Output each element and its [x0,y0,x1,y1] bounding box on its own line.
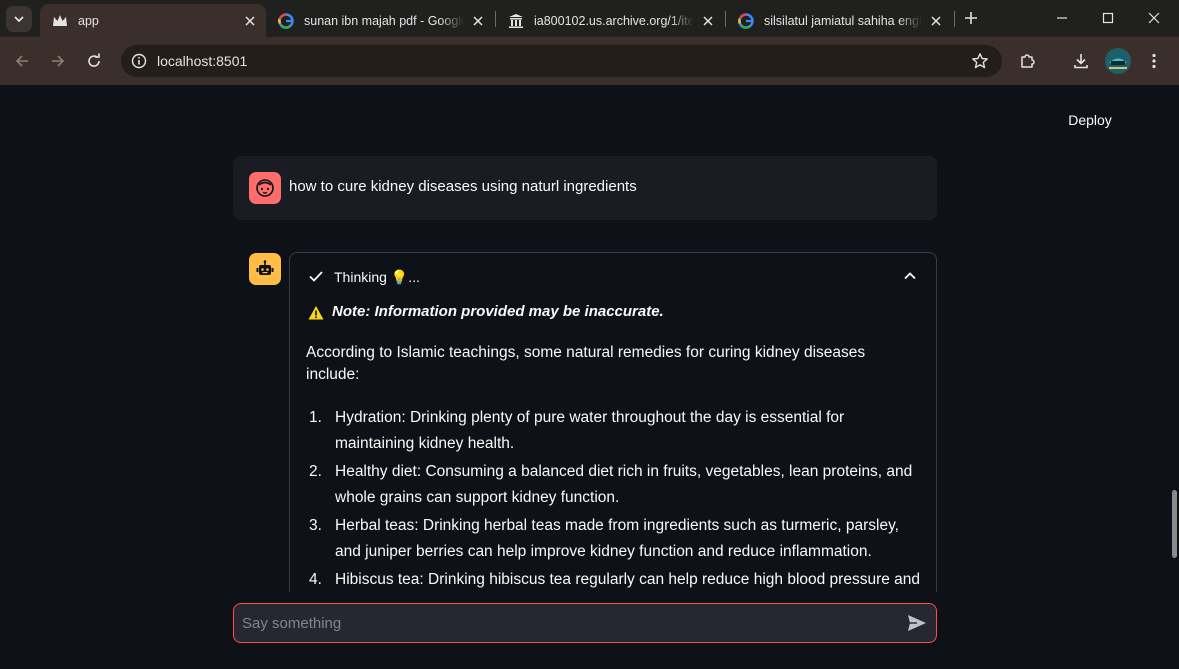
tab-google-search-1[interactable]: sunan ibn majah pdf - Google Search [266,4,494,37]
user-message: how to cure kidney diseases using naturl… [233,156,937,220]
tab-title: ia800102.us.archive.org/1/items/... [534,13,694,28]
page-scrollbar[interactable] [1170,85,1179,669]
list-item-number: 3. [309,517,322,534]
list-item-text: Herbal teas: Drinking herbal teas made f… [335,517,899,560]
close-tab-icon[interactable] [242,13,258,29]
site-info-icon[interactable] [129,51,149,71]
list-item: 1. Hydration: Drinking plenty of pure wat… [306,405,922,457]
url-text[interactable]: localhost:8501 [157,53,247,69]
reload-button[interactable] [80,47,108,75]
streamlit-app: Deploy how to cure kidney diseases using… [0,85,1179,669]
warning-note: Note: Information provided may be inaccu… [306,301,922,325]
list-item-text: Hydration: Drinking plenty of pure water… [335,409,845,452]
avatar-icon [1105,48,1131,74]
browser-toolbar: localhost:8501 [0,37,1179,85]
expander-body: Note: Information provided may be inaccu… [306,301,922,592]
maximize-icon [1102,12,1114,24]
assistant-avatar [249,253,281,285]
close-tab-icon[interactable] [928,13,944,29]
chat-input[interactable] [242,604,882,642]
extensions-button[interactable] [1014,47,1042,75]
address-bar[interactable]: localhost:8501 [121,45,1002,77]
forward-button[interactable] [44,47,72,75]
browser-menu-button[interactable] [1140,47,1168,75]
arrow-left-icon [15,55,28,67]
plus-icon [965,12,977,24]
tab-app[interactable]: app [40,4,266,37]
tab-separator [954,11,955,27]
scrollbar-thumb[interactable] [1172,490,1177,558]
streamlit-crown-icon [52,13,68,29]
expander-header[interactable]: Thinking 💡... [290,253,936,299]
warning-note-text: Note: Information provided may be inaccu… [332,303,664,320]
new-tab-button[interactable] [960,7,982,29]
tab-google-search-2[interactable]: silsilatul jamiatul sahiha english [726,4,952,37]
user-message-text: how to cure kidney diseases using naturl… [289,178,637,195]
list-item-number: 2. [309,463,322,480]
downloads-button[interactable] [1067,47,1095,75]
google-icon [278,12,294,29]
send-button[interactable] [906,613,928,633]
download-icon [1074,54,1088,69]
tab-title: app [78,13,99,28]
expander-label: Thinking 💡... [334,269,420,285]
tab-title: silsilatul jamiatul sahiha english [764,13,922,28]
robot-icon [256,260,274,275]
close-tab-icon[interactable] [700,13,716,29]
arrow-right-icon [52,55,65,67]
list-item: 3. Herbal teas: Drinking herbal teas made… [306,513,922,565]
browser-window: app sunan ibn majah pdf - Google Search … [0,0,1179,669]
close-icon [1148,12,1160,24]
maximize-button[interactable] [1085,0,1131,36]
more-vert-icon [1152,53,1156,69]
deploy-button[interactable]: Deploy [1060,112,1120,132]
list-item-number: 1. [309,409,322,426]
list-item-text: Healthy diet: Consuming a balanced diet … [335,463,913,506]
checkmark-icon [309,271,323,282]
chevron-down-icon [14,16,24,23]
puzzle-icon [1021,54,1035,68]
close-tab-icon[interactable] [470,13,486,29]
google-icon [738,12,754,29]
chat-input-container [233,603,937,643]
send-icon [908,615,926,631]
list-item: 4. Hibiscus tea: Drinking hibiscus tea re… [306,567,922,592]
tab-title: sunan ibn majah pdf - Google Search [304,13,464,28]
back-button[interactable] [8,47,36,75]
minimize-button[interactable] [1039,0,1085,36]
list-item-text: Hibiscus tea: Drinking hibiscus tea regu… [335,571,921,588]
remedy-list: 1. Hydration: Drinking plenty of pure wat… [306,405,922,592]
bookmark-star-icon[interactable] [970,51,990,71]
list-item-number: 4. [309,571,322,588]
list-item: 2. Healthy diet: Consuming a balanced die… [306,459,922,511]
archive-icon [508,13,524,29]
chevron-up-icon[interactable] [902,268,918,284]
warning-icon [308,306,324,320]
reload-icon [88,53,100,67]
thinking-expander: Thinking 💡... Note: Information provided… [289,252,937,592]
response-intro: According to Islamic teachings, some nat… [306,344,866,383]
face-icon [256,179,274,197]
user-avatar [249,172,281,204]
minimize-icon [1057,17,1067,19]
tab-strip: app sunan ibn majah pdf - Google Search … [0,0,1179,37]
profile-avatar[interactable] [1105,48,1131,74]
close-window-button[interactable] [1131,0,1177,36]
tab-search-button[interactable] [6,6,32,32]
tab-archive[interactable]: ia800102.us.archive.org/1/items/... [496,4,724,37]
